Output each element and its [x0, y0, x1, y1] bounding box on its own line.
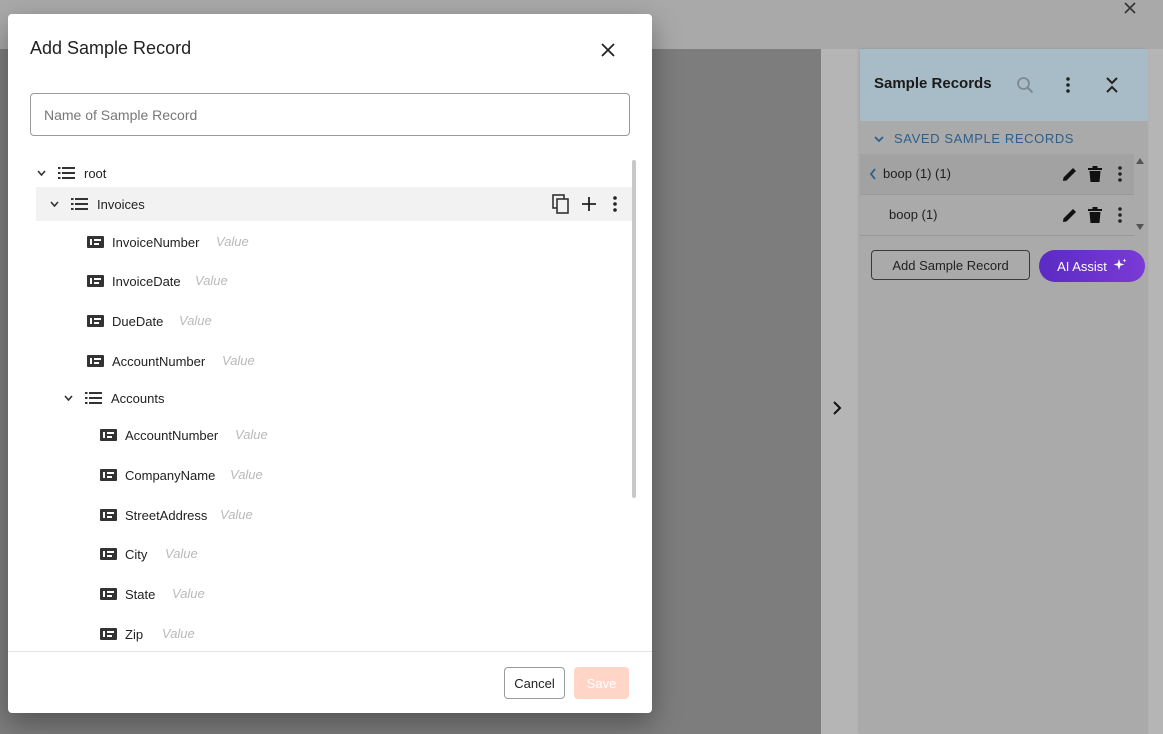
- tree-row-field[interactable]: AccountNumber Value: [8, 418, 634, 452]
- record-name: boop (1) (1): [883, 166, 951, 181]
- field-value-input[interactable]: Value: [172, 586, 205, 601]
- field-label: Zip: [125, 627, 144, 642]
- save-button[interactable]: Save: [574, 667, 629, 699]
- copy-icon[interactable]: [551, 194, 571, 214]
- saved-records-toggle[interactable]: SAVED SAMPLE RECORDS: [874, 130, 1075, 146]
- more-vert-icon[interactable]: [1111, 165, 1129, 183]
- list-icon: [70, 195, 88, 213]
- plus-icon[interactable]: [579, 194, 599, 214]
- sparkle-icon: [1113, 258, 1127, 275]
- ai-assist-button[interactable]: AI Assist: [1039, 250, 1145, 282]
- close-icon[interactable]: [1121, 0, 1139, 16]
- chevron-down-icon: [874, 131, 884, 146]
- record-row[interactable]: boop (1) (1): [860, 154, 1134, 195]
- field-icon: [86, 272, 104, 290]
- ai-assist-label: AI Assist: [1057, 258, 1107, 274]
- list-icon: [84, 389, 102, 407]
- tree-row-accounts[interactable]: Accounts: [8, 381, 634, 415]
- field-label: City: [125, 547, 148, 562]
- field-value-input[interactable]: Value: [195, 273, 228, 288]
- chevron-down-icon[interactable]: [61, 391, 75, 405]
- more-vert-icon[interactable]: [605, 194, 625, 214]
- field-icon: [99, 585, 117, 603]
- field-value-input[interactable]: Value: [162, 626, 195, 641]
- tree-node-label: root: [84, 166, 107, 181]
- record-row[interactable]: boop (1): [860, 195, 1134, 236]
- field-value-input[interactable]: Value: [220, 507, 253, 522]
- field-label: StreetAddress: [125, 508, 208, 523]
- schema-tree: root Invoices InvoiceNumber Value Invoic…: [8, 154, 652, 651]
- field-icon: [99, 506, 117, 524]
- record-name-input[interactable]: [30, 93, 630, 136]
- chevron-down-icon[interactable]: [34, 166, 48, 180]
- more-vert-icon[interactable]: [1111, 206, 1129, 224]
- field-label: CompanyName: [125, 468, 216, 483]
- tree-row-field[interactable]: State Value: [8, 577, 634, 611]
- field-icon: [99, 466, 117, 484]
- tree-row-root[interactable]: root: [8, 156, 634, 190]
- collapse-icon[interactable]: [1101, 74, 1123, 96]
- dialog-title: Add Sample Record: [30, 38, 192, 58]
- tree-scrollbar[interactable]: [632, 160, 636, 498]
- field-icon: [86, 233, 104, 251]
- trash-icon[interactable]: [1086, 165, 1104, 183]
- chevron-down-icon[interactable]: [47, 197, 61, 211]
- tree-row-field[interactable]: City Value: [8, 537, 634, 571]
- field-label: DueDate: [112, 314, 164, 329]
- field-icon: [86, 312, 104, 330]
- field-label: InvoiceDate: [112, 274, 181, 289]
- field-icon: [99, 426, 117, 444]
- footer-divider: [8, 651, 652, 652]
- saved-records-heading: SAVED SAMPLE RECORDS: [894, 130, 1075, 146]
- more-vert-icon[interactable]: [1057, 74, 1079, 96]
- field-label: AccountNumber: [125, 428, 219, 443]
- field-value-input[interactable]: Value: [230, 467, 263, 482]
- pencil-icon[interactable]: [1061, 206, 1079, 224]
- pencil-icon[interactable]: [1061, 165, 1079, 183]
- record-name: boop (1): [889, 207, 938, 222]
- field-value-input[interactable]: Value: [235, 427, 268, 442]
- chevron-right-icon[interactable]: [828, 399, 846, 417]
- field-label: InvoiceNumber: [112, 235, 200, 250]
- panel-header: Sample Records: [860, 49, 1148, 121]
- tree-row-invoices[interactable]: Invoices: [36, 187, 634, 221]
- tree-row-field[interactable]: InvoiceDate Value: [8, 264, 634, 298]
- field-label: AccountNumber: [112, 354, 206, 369]
- close-icon[interactable]: [598, 40, 618, 60]
- tree-row-field[interactable]: CompanyName Value: [8, 458, 634, 492]
- records-scrollbar[interactable]: [1135, 155, 1145, 233]
- field-label: State: [125, 587, 156, 602]
- tree-row-field[interactable]: DueDate Value: [8, 304, 634, 338]
- panel-title: Sample Records: [874, 75, 992, 92]
- add-sample-record-dialog: Add Sample Record root Invoices: [8, 14, 652, 713]
- add-sample-record-button[interactable]: Add Sample Record: [871, 250, 1030, 280]
- sample-records-panel: Sample Records SAVED SAMPLE RECORDS boop…: [860, 49, 1148, 734]
- field-icon: [99, 625, 117, 643]
- field-value-input[interactable]: Value: [165, 546, 198, 561]
- tree-row-field[interactable]: Zip Value: [8, 617, 634, 651]
- chevron-left-icon[interactable]: [869, 167, 877, 185]
- trash-icon[interactable]: [1086, 206, 1104, 224]
- tree-node-label: Accounts: [111, 391, 165, 406]
- tree-node-label: Invoices: [97, 197, 145, 212]
- field-icon: [86, 352, 104, 370]
- tree-row-field[interactable]: StreetAddress Value: [8, 498, 634, 532]
- field-value-input[interactable]: Value: [179, 313, 212, 328]
- search-icon[interactable]: [1014, 74, 1036, 96]
- cancel-button[interactable]: Cancel: [504, 667, 565, 699]
- tree-row-field[interactable]: InvoiceNumber Value: [8, 225, 634, 259]
- field-value-input[interactable]: Value: [216, 234, 249, 249]
- field-icon: [99, 545, 117, 563]
- list-icon: [57, 164, 75, 182]
- field-value-input[interactable]: Value: [222, 353, 255, 368]
- tree-row-field[interactable]: AccountNumber Value: [8, 344, 634, 378]
